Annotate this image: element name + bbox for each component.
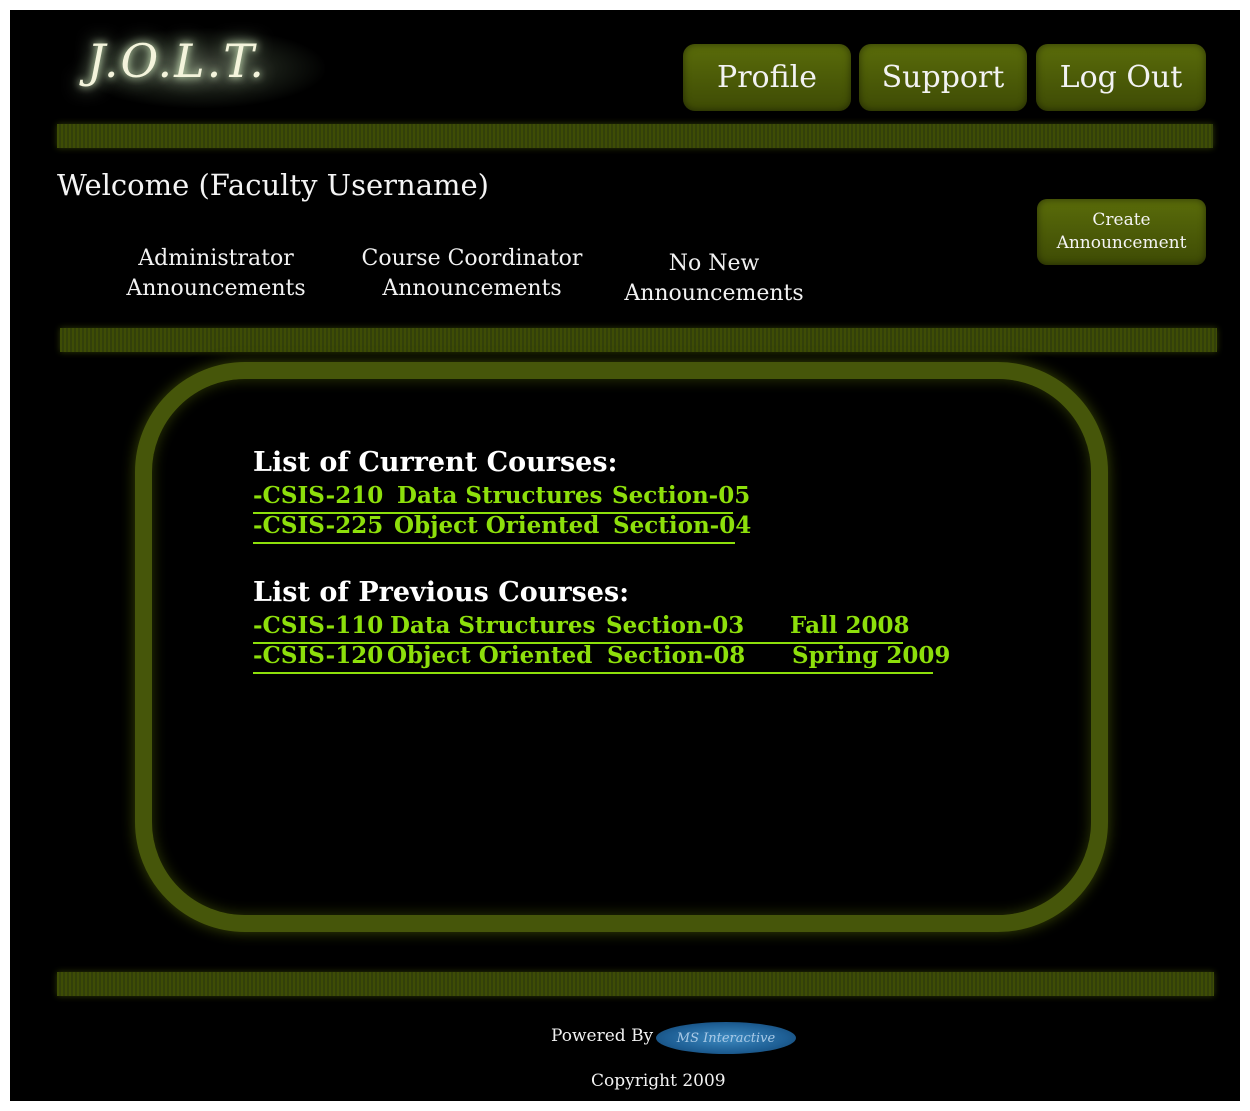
course-coordinator-announcements-link[interactable]: Course Coordinator Announcements (356, 244, 588, 304)
create-announcement-button[interactable]: Create Announcement (1037, 199, 1206, 265)
support-button[interactable]: Support (859, 44, 1027, 111)
course-section: Section-05 (612, 482, 751, 509)
course-code: -CSIS-210 (253, 482, 384, 509)
profile-button[interactable]: Profile (683, 44, 851, 111)
ann-coordinator-line1: Course Coordinator (361, 246, 583, 271)
create-line2: Announcement (1056, 233, 1187, 253)
course-name: Data Structures (390, 612, 596, 639)
course-code: -CSIS-225 (253, 512, 384, 539)
course-section: Section-04 (613, 512, 752, 539)
logout-button[interactable]: Log Out (1036, 44, 1206, 111)
course-term: Fall 2008 (790, 612, 910, 639)
jolt-logo[interactable]: J.O.L.T. (75, 28, 325, 108)
current-course-row[interactable]: -CSIS-225 Object Oriented Section-04 (253, 512, 751, 544)
badge-text: MS Interactive (676, 1030, 776, 1046)
previous-course-row[interactable]: -CSIS-120 Object Oriented Section-08 Spr… (253, 642, 950, 674)
current-course-row[interactable]: -CSIS-210 Data Structures Section-05 (253, 482, 750, 514)
previous-courses-heading: List of Previous Courses: (253, 577, 630, 608)
course-term: Spring 2009 (792, 642, 951, 669)
course-name: Data Structures (397, 482, 603, 509)
no-new-announcements-text: No New Announcements (616, 249, 812, 309)
welcome-message: Welcome (Faculty Username) (57, 168, 489, 202)
bottom-divider (57, 972, 1214, 996)
create-line1: Create (1092, 210, 1151, 230)
course-code: -CSIS-110 (253, 612, 384, 639)
copyright-text: Copyright 2009 (591, 1071, 726, 1091)
course-name: Object Oriented (387, 642, 593, 669)
current-courses-heading: List of Current Courses: (253, 447, 618, 478)
course-section: Section-08 (607, 642, 746, 669)
top-divider (57, 124, 1213, 148)
ann-coordinator-line2: Announcements (382, 276, 562, 301)
ann-admin-line2: Announcements (126, 276, 306, 301)
ann-admin-line1: Administrator (138, 246, 294, 271)
course-name: Object Oriented (394, 512, 600, 539)
middle-divider (60, 328, 1217, 352)
administrator-announcements-link[interactable]: Administrator Announcements (118, 244, 314, 304)
ann-none-line2: Announcements (624, 281, 804, 306)
ms-interactive-badge[interactable]: MS Interactive (656, 1022, 796, 1054)
course-section: Section-03 (606, 612, 745, 639)
previous-course-row[interactable]: -CSIS-110 Data Structures Section-03 Fal… (253, 612, 909, 644)
logo-text: J.O.L.T. (87, 34, 266, 88)
powered-by-label: Powered By (551, 1026, 654, 1046)
course-code: -CSIS-120 (253, 642, 384, 669)
ann-none-line1: No New (668, 251, 760, 276)
